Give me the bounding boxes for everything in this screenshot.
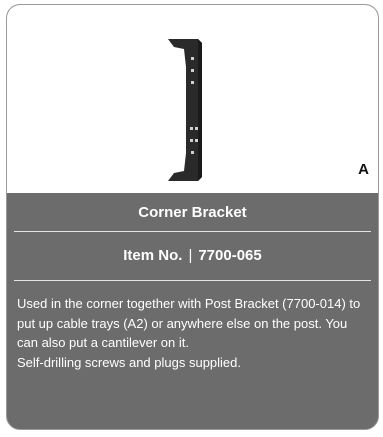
variant-letter: A [358, 161, 369, 178]
item-number-row: Item No. | 7700-065 [7, 233, 378, 279]
corner-bracket-image [168, 39, 202, 181]
product-description: Used in the corner together with Post Br… [17, 294, 364, 372]
divider [14, 280, 371, 281]
item-number-label: Item No. [123, 247, 183, 264]
description-text: Used in the corner together with Post Br… [17, 296, 361, 350]
product-image-panel: A [7, 5, 378, 193]
item-number-separator: | [188, 247, 193, 264]
divider [14, 231, 371, 232]
supply-note: Self-drilling screws and plugs supplied. [17, 354, 242, 370]
product-card: A Corner Bracket Item No. | 7700-065 Used … [6, 4, 379, 430]
product-title: Corner Bracket [138, 204, 247, 221]
item-number-value: 7700-065 [198, 247, 262, 264]
